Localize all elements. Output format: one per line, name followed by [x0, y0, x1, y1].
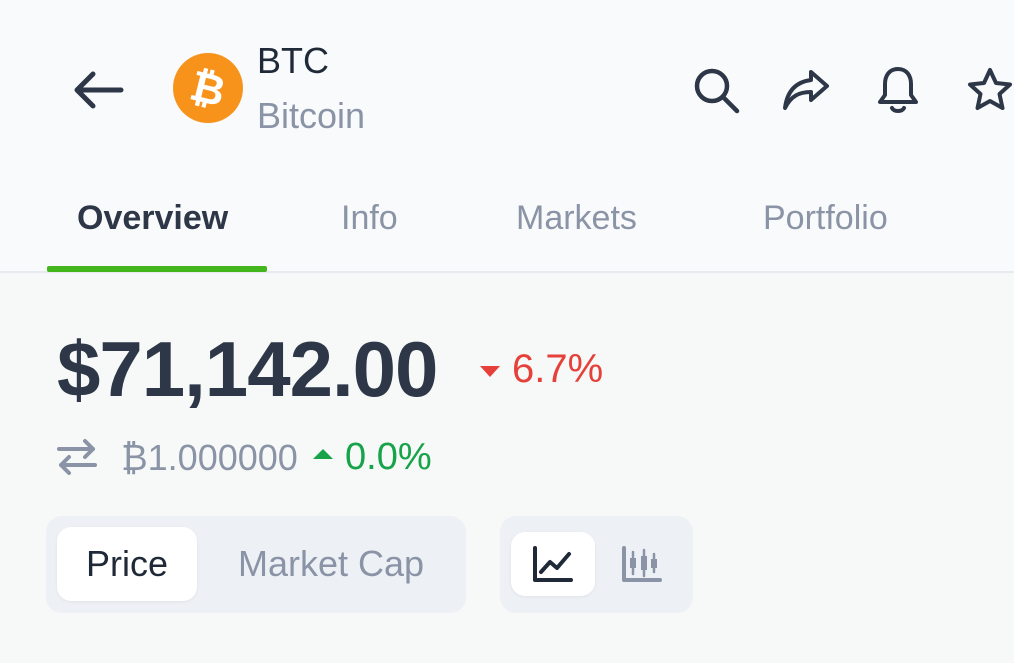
- arrow-left-icon: [74, 71, 124, 109]
- price-change: 6.7%: [480, 343, 603, 395]
- price-change-value: 6.7%: [512, 346, 604, 391]
- star-icon: [968, 68, 1012, 110]
- market-cap-toggle-button[interactable]: Market Cap: [206, 527, 456, 601]
- share-button[interactable]: [778, 62, 834, 118]
- svg-text:₿: ₿: [185, 61, 230, 117]
- chart-type-toggle: [500, 516, 693, 613]
- line-chart-button[interactable]: [511, 532, 595, 596]
- tab-info[interactable]: Info: [341, 192, 398, 252]
- price-value: $71,142.00: [57, 325, 438, 413]
- candlestick-chart-button[interactable]: [600, 532, 684, 596]
- tab-portfolio[interactable]: Portfolio: [763, 192, 888, 252]
- notification-button[interactable]: [870, 62, 926, 118]
- search-icon: [694, 68, 740, 114]
- line-chart-icon: [533, 546, 573, 582]
- header-area: ₿ BTC Bitcoin Overview Info Markets Port…: [0, 0, 1014, 273]
- tab-markets[interactable]: Markets: [516, 192, 637, 252]
- search-button[interactable]: [688, 62, 744, 118]
- candlestick-chart-icon: [622, 546, 662, 582]
- price-toggle-button[interactable]: Price: [57, 527, 197, 601]
- btc-price-value: ₿1.000000: [121, 437, 298, 478]
- coin-name: Bitcoin: [257, 95, 366, 136]
- favorite-button[interactable]: [962, 62, 1014, 118]
- coin-symbol: BTC: [257, 40, 329, 81]
- active-tab-indicator: [47, 266, 267, 272]
- caret-up-icon: [313, 449, 333, 459]
- share-icon: [783, 70, 829, 110]
- swap-arrows-icon: [55, 435, 99, 479]
- tab-overview[interactable]: Overview: [77, 192, 228, 252]
- btc-price-change: 0.0%: [313, 434, 432, 480]
- caret-down-icon: [480, 365, 500, 377]
- back-button[interactable]: [66, 60, 128, 120]
- btc-price-change-value: 0.0%: [345, 435, 432, 478]
- metric-toggle: Price Market Cap: [46, 516, 466, 613]
- bitcoin-logo-icon: ₿: [173, 53, 243, 123]
- bell-icon: [878, 67, 918, 113]
